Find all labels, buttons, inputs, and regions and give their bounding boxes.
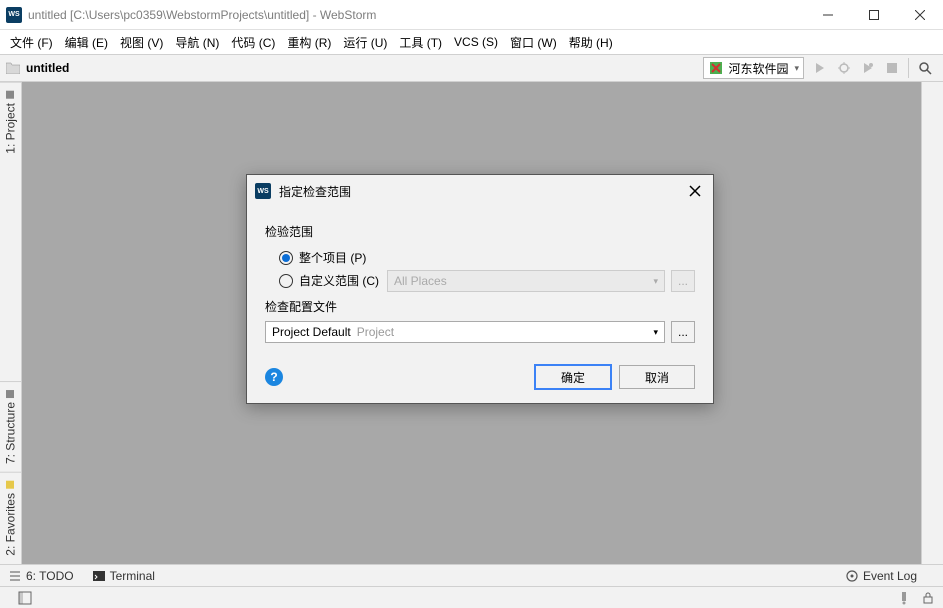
inspection-profile-combo[interactable]: Project Default Project ▾ bbox=[265, 321, 665, 343]
dialog-titlebar: WS 指定检查范围 bbox=[247, 175, 713, 207]
help-button[interactable]: ? bbox=[265, 368, 283, 386]
dialog-app-icon: WS bbox=[255, 183, 271, 199]
menu-tools[interactable]: 工具 (T) bbox=[393, 32, 448, 53]
tool-window-project[interactable]: 1: Project bbox=[0, 82, 21, 162]
maximize-button[interactable] bbox=[851, 0, 897, 30]
editor-area: 🔒 安下载 anxz.com WS 指定检查范围 检验范围 整个项目 (P) 自… bbox=[22, 82, 921, 564]
combo-placeholder: All Places bbox=[394, 274, 447, 288]
menu-view[interactable]: 视图 (V) bbox=[114, 32, 169, 53]
radio-label: 整个项目 (P) bbox=[299, 249, 366, 266]
radio-icon bbox=[279, 251, 293, 265]
dialog-footer: ? 确定 取消 bbox=[247, 357, 713, 403]
window-title: untitled [C:\Users\pc0359\WebstormProjec… bbox=[28, 8, 805, 22]
custom-scope-combo[interactable]: All Places ▾ bbox=[387, 270, 665, 292]
run-config-selector[interactable]: 河东软件园 ▾ bbox=[703, 57, 804, 79]
cancel-button[interactable]: 取消 bbox=[619, 365, 695, 389]
menu-file[interactable]: 文件 (F) bbox=[4, 32, 59, 53]
menu-edit[interactable]: 编辑 (E) bbox=[59, 32, 114, 53]
chevron-down-icon: ▾ bbox=[794, 63, 799, 74]
close-button[interactable] bbox=[897, 0, 943, 30]
breadcrumb-project[interactable]: untitled bbox=[26, 61, 69, 75]
inspections-indicator-icon[interactable] bbox=[897, 591, 911, 605]
run-config-label: 河东软件园 bbox=[728, 60, 788, 77]
window-controls bbox=[805, 0, 943, 30]
radio-icon bbox=[279, 274, 293, 288]
run-config-icon bbox=[708, 60, 724, 76]
right-gutter bbox=[921, 82, 943, 564]
menu-navigate[interactable]: 导航 (N) bbox=[169, 32, 225, 53]
dialog-body: 检验范围 整个项目 (P) 自定义范围 (C) All Places ▾ ... bbox=[247, 207, 713, 357]
combo-value: Project Default bbox=[272, 325, 351, 339]
combo-hint: Project bbox=[357, 325, 394, 339]
main-area: 1: Project 7: Structure 2: Favorites 🔒 安… bbox=[0, 82, 943, 564]
tool-window-todo[interactable]: 6: TODO bbox=[8, 569, 74, 583]
radio-label: 自定义范围 (C) bbox=[299, 272, 379, 289]
scope-section-label: 检验范围 bbox=[265, 223, 695, 240]
window-titlebar: WS untitled [C:\Users\pc0359\WebstormPro… bbox=[0, 0, 943, 30]
dialog-close-button[interactable] bbox=[685, 181, 705, 201]
folder-icon bbox=[6, 62, 20, 74]
chevron-down-icon: ▾ bbox=[653, 276, 658, 287]
left-gutter: 1: Project 7: Structure 2: Favorites bbox=[0, 82, 22, 564]
menu-vcs[interactable]: VCS (S) bbox=[448, 33, 504, 51]
tool-window-terminal[interactable]: Terminal bbox=[92, 569, 155, 583]
radio-whole-project[interactable]: 整个项目 (P) bbox=[265, 246, 695, 269]
menu-run[interactable]: 运行 (U) bbox=[337, 32, 393, 53]
ok-button[interactable]: 确定 bbox=[535, 365, 611, 389]
stop-button[interactable] bbox=[881, 57, 903, 79]
list-icon bbox=[8, 569, 22, 583]
terminal-label: Terminal bbox=[110, 569, 155, 583]
menu-refactor[interactable]: 重构 (R) bbox=[281, 32, 337, 53]
minimize-button[interactable] bbox=[805, 0, 851, 30]
tool-window-event-log[interactable]: Event Log bbox=[845, 569, 917, 583]
terminal-icon bbox=[92, 569, 106, 583]
bottom-toolwindow-bar: 6: TODO Terminal Event Log bbox=[0, 564, 943, 586]
profile-section-label: 检查配置文件 bbox=[265, 298, 695, 315]
coverage-button[interactable] bbox=[857, 57, 879, 79]
inspection-profile-more-button[interactable]: ... bbox=[671, 321, 695, 343]
menu-help[interactable]: 帮助 (H) bbox=[563, 32, 619, 53]
custom-scope-more-button[interactable]: ... bbox=[671, 270, 695, 292]
chevron-down-icon: ▾ bbox=[653, 327, 658, 338]
inspection-scope-dialog: WS 指定检查范围 检验范围 整个项目 (P) 自定义范围 (C) All Pl… bbox=[246, 174, 714, 404]
todo-label: 6: TODO bbox=[26, 569, 74, 583]
app-icon: WS bbox=[6, 7, 22, 23]
event-log-icon bbox=[845, 569, 859, 583]
search-button[interactable] bbox=[914, 57, 936, 79]
toolbar: untitled 河东软件园 ▾ bbox=[0, 54, 943, 82]
menu-bar: 文件 (F) 编辑 (E) 视图 (V) 导航 (N) 代码 (C) 重构 (R… bbox=[0, 30, 943, 54]
tool-window-favorites[interactable]: 2: Favorites bbox=[0, 472, 21, 564]
event-log-label: Event Log bbox=[863, 569, 917, 583]
debug-button[interactable] bbox=[833, 57, 855, 79]
dialog-title: 指定检查范围 bbox=[279, 183, 685, 200]
status-bar bbox=[0, 586, 943, 608]
toolwindows-toggle-icon[interactable] bbox=[18, 591, 32, 605]
run-button[interactable] bbox=[809, 57, 831, 79]
menu-code[interactable]: 代码 (C) bbox=[225, 32, 281, 53]
menu-window[interactable]: 窗口 (W) bbox=[504, 32, 563, 53]
tool-window-structure[interactable]: 7: Structure bbox=[0, 381, 21, 472]
lock-icon[interactable] bbox=[921, 591, 935, 605]
